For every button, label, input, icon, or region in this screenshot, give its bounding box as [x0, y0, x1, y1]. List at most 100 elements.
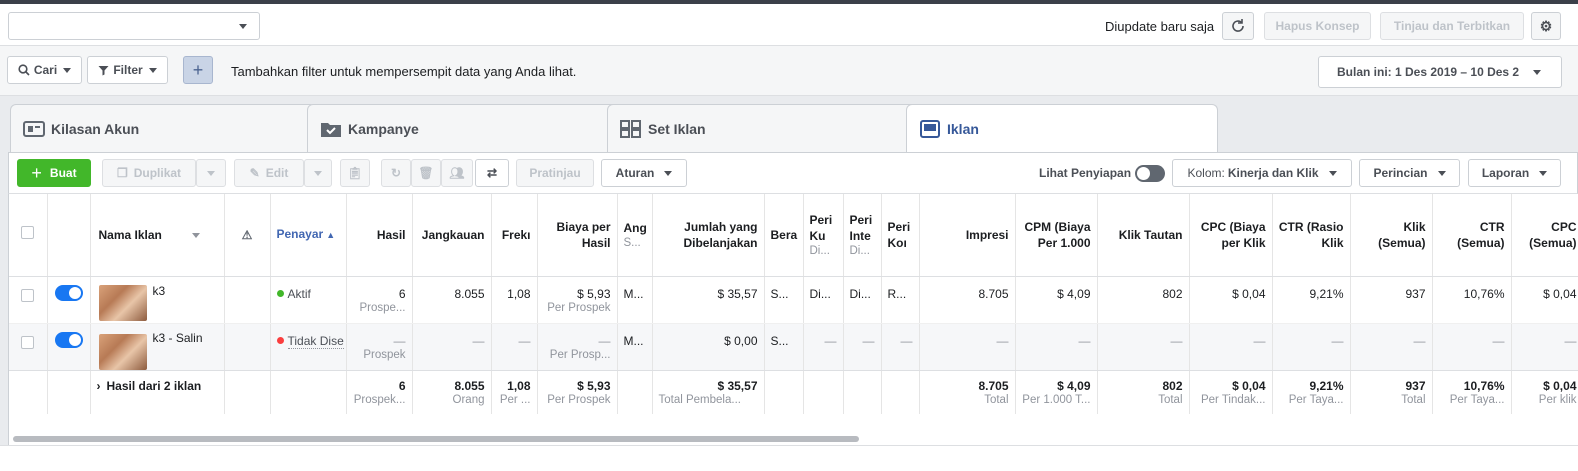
- col-quality[interactable]: Peri Ku Di...: [803, 194, 844, 277]
- results-cell: — Prospek: [346, 323, 413, 371]
- tab-campaigns[interactable]: Kampanye: [307, 104, 621, 152]
- cell-value: —: [1253, 333, 1266, 348]
- view-setup-toggle[interactable]: [1135, 165, 1165, 182]
- header-label: Peri Ku: [809, 212, 833, 243]
- ad-on-off-toggle[interactable]: [54, 331, 83, 348]
- search-button[interactable]: Cari: [7, 56, 82, 84]
- chevron-right-icon[interactable]: ›: [97, 379, 101, 393]
- ends-cell: S...: [764, 323, 804, 371]
- header-label: Jangkauan: [421, 227, 485, 242]
- edit-menu-button[interactable]: [304, 159, 332, 187]
- search-label: Cari: [33, 63, 58, 77]
- status-text[interactable]: Tidak Dise: [287, 333, 344, 349]
- clipboard-button[interactable]: 📋︎: [340, 159, 370, 187]
- header-label: Peri Koı: [887, 219, 911, 250]
- col-impressions[interactable]: Impresi: [919, 194, 1016, 277]
- cell-sub: Prospek...: [353, 393, 406, 406]
- warning-cell: [224, 323, 271, 371]
- search-icon: [18, 64, 30, 76]
- create-button[interactable]: + Buat: [17, 159, 91, 187]
- select-all-checkbox[interactable]: [21, 226, 34, 240]
- col-engagement[interactable]: Peri Inte Di...: [843, 194, 882, 277]
- duplicate-button[interactable]: ❐ Duplikat: [102, 159, 196, 187]
- preview-button[interactable]: Pratinjau: [516, 159, 594, 187]
- cell-value: 10,76%: [1463, 286, 1505, 301]
- col-amount-spent[interactable]: Jumlah yang Dibelanjakan: [652, 194, 765, 277]
- duplicate-menu-button[interactable]: [196, 159, 226, 187]
- add-filter-button[interactable]: +: [183, 56, 213, 84]
- link-clicks-cell: 802: [1097, 276, 1190, 324]
- chevron-down-icon: [664, 170, 673, 176]
- cell-sub: Per ...: [499, 393, 531, 406]
- engagement-cell: —: [843, 323, 882, 371]
- col-link-clicks[interactable]: Klik Tautan: [1097, 194, 1190, 277]
- undo-button[interactable]: ↻: [381, 159, 411, 187]
- header-label: Klik Tautan: [1118, 227, 1183, 242]
- people-icon: 👥︎: [449, 166, 465, 180]
- compare-button[interactable]: ⇄: [475, 159, 509, 187]
- table-row[interactable]: k3 - Salin Tidak Dise — Prospek — — — Per …: [9, 323, 1578, 371]
- ads-table-container: Nama Iklan ⚠ Penayar ▲ Hasil Jangkauan Fr…: [8, 194, 1578, 445]
- header-label: Peri Inte: [849, 212, 873, 243]
- col-cost-per-result[interactable]: Biaya per Hasil: [537, 194, 618, 277]
- col-cpc-all[interactable]: CPC (Semua): [1511, 194, 1578, 277]
- totals-empty-cell: [9, 370, 48, 414]
- ctr-all-cell: —: [1432, 323, 1512, 371]
- date-range-picker[interactable]: Bulan ini: 1 Des 2019 – 10 Des 2: [1318, 56, 1562, 88]
- discard-draft-button[interactable]: Hapus Konsep: [1264, 12, 1371, 40]
- col-budget[interactable]: Ang S...: [617, 194, 653, 277]
- top-bar: Diupdate baru saja Hapus Konsep Tinjau d…: [0, 4, 1578, 46]
- folder-check-icon: [321, 122, 341, 137]
- refresh-button[interactable]: [1222, 12, 1254, 40]
- rules-button[interactable]: Aturan: [601, 159, 687, 187]
- totals-empty-cell: [843, 370, 882, 414]
- ad-name-link[interactable]: k3 - Salin: [153, 331, 203, 345]
- tab-ad-sets[interactable]: Set Iklan: [607, 104, 921, 152]
- columns-button[interactable]: Kolom: Kinerja dan Klik: [1172, 159, 1352, 187]
- cell-value: 802: [1162, 378, 1183, 393]
- col-ctr[interactable]: CTR (Rasio Klik: [1272, 194, 1351, 277]
- reports-button[interactable]: Laporan: [1468, 159, 1561, 187]
- review-publish-button[interactable]: Tinjau dan Terbitkan: [1380, 12, 1524, 40]
- col-delivery[interactable]: Penayar ▲: [270, 194, 347, 277]
- ad-name-cell[interactable]: k3: [90, 276, 225, 324]
- link-clicks-cell: —: [1097, 323, 1190, 371]
- table-row[interactable]: k3 Aktif 6 Prospe... 8.055 1,08 $ 5,93 Per…: [9, 276, 1578, 324]
- edit-button[interactable]: ✎ Edit: [234, 159, 304, 187]
- filter-button[interactable]: Filter: [87, 56, 168, 84]
- ends-cell: S...: [764, 276, 804, 324]
- totals-label: Hasil dari 2 iklan: [106, 378, 202, 393]
- col-clicks-all[interactable]: Klik (Semua): [1350, 194, 1433, 277]
- col-cpm[interactable]: CPM (Biaya Per 1.000: [1015, 194, 1098, 277]
- col-ad-name[interactable]: Nama Iklan: [90, 194, 225, 277]
- col-ctr-all[interactable]: CTR (Semua): [1432, 194, 1512, 277]
- ad-on-off-toggle[interactable]: [54, 284, 83, 301]
- ab-test-button[interactable]: 👥︎: [441, 159, 473, 187]
- breakdown-button[interactable]: Perincian: [1359, 159, 1460, 187]
- cell-value: 8.055: [454, 286, 485, 301]
- account-selector[interactable]: [8, 12, 260, 40]
- col-ends[interactable]: Bera: [764, 194, 804, 277]
- settings-button[interactable]: ⚙: [1531, 12, 1561, 40]
- header-label: Hasil: [376, 227, 406, 242]
- col-frequency[interactable]: Frekı: [491, 194, 538, 277]
- row-checkbox[interactable]: [21, 288, 34, 302]
- header-label: CPM (Biaya Per 1.000: [1024, 219, 1091, 250]
- cell-value: $ 35,57: [717, 286, 758, 301]
- ad-name-link[interactable]: k3: [153, 284, 166, 298]
- col-cpc[interactable]: CPC (Biaya per Klik: [1189, 194, 1273, 277]
- row-checkbox[interactable]: [21, 335, 34, 349]
- totals-label-cell[interactable]: › Hasil dari 2 iklan: [90, 370, 225, 414]
- col-results[interactable]: Hasil: [346, 194, 413, 277]
- delete-button[interactable]: 🗑︎: [411, 159, 441, 187]
- tab-ads[interactable]: Iklan: [906, 104, 1218, 152]
- col-conversion[interactable]: Peri Koı: [881, 194, 920, 277]
- ad-name-cell[interactable]: k3 - Salin: [90, 323, 225, 371]
- horizontal-scrollbar[interactable]: [13, 436, 859, 442]
- quality-cell: Di...: [803, 276, 844, 324]
- total-amount-spent-cell: $ 35,57 Total Pembela...: [652, 370, 765, 414]
- ad-thumbnail: [98, 284, 147, 321]
- tab-account-overview[interactable]: Kilasan Akun: [10, 104, 316, 152]
- col-reach[interactable]: Jangkauan: [412, 194, 492, 277]
- header-label: Nama Iklan: [98, 227, 162, 242]
